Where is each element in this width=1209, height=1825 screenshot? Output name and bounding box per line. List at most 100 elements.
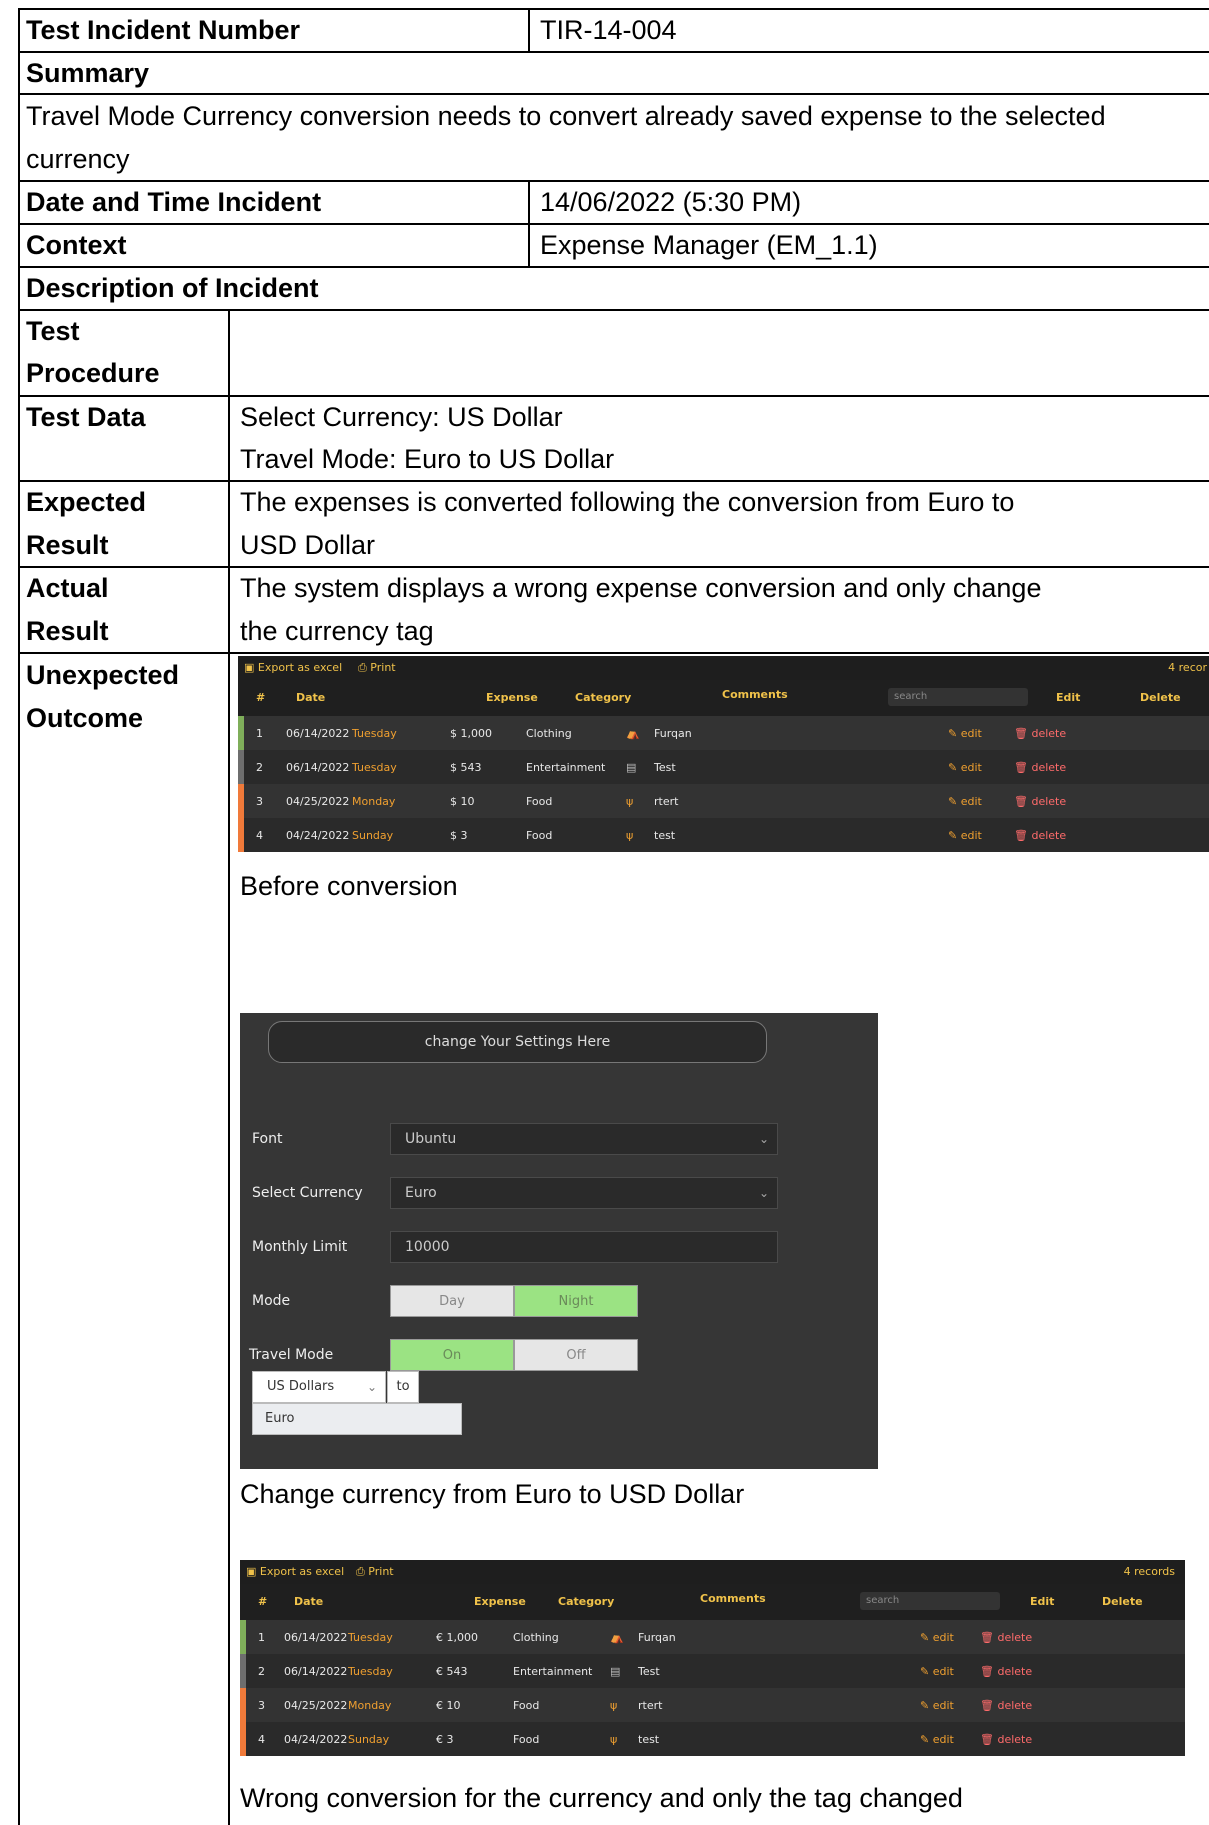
expense-table-after: ▣ Export as excel ⎙ Print 4 records # Da…: [240, 1560, 1185, 1756]
expected-line1: The expenses is converted following the …: [240, 487, 1015, 517]
row-comment: Furqan: [654, 727, 692, 740]
delete-button[interactable]: 🗑 delete: [980, 1733, 1032, 1746]
delete-button[interactable]: 🗑 delete: [1014, 795, 1066, 808]
edit-button[interactable]: ✎ edit: [920, 1665, 954, 1678]
edit-button[interactable]: ✎ edit: [948, 727, 982, 740]
context-value: Expense Manager (EM_1.1): [540, 230, 878, 260]
row-number: 1: [258, 1631, 265, 1644]
header-date[interactable]: Date: [294, 1595, 323, 1608]
mode-night-button[interactable]: Night: [514, 1285, 638, 1317]
row-comment: test: [654, 829, 676, 842]
grid-line: [528, 8, 530, 53]
category-stripe: [238, 818, 244, 852]
to-label: to: [387, 1371, 419, 1403]
table-row: 2 06/14/2022 Tuesday $ 543 Entertainment Test…: [238, 750, 1209, 786]
header-comments[interactable]: Comments: [700, 1592, 766, 1605]
row-category: Food: [526, 829, 553, 842]
table-row: 1 06/14/2022 Tuesday € 1,000 Clothing Furqan ✎…: [240, 1620, 1185, 1656]
expected-label-line2: Result: [26, 530, 109, 560]
print-button[interactable]: ⎙ Print: [356, 1565, 394, 1579]
row-expense: $ 1,000: [450, 727, 492, 740]
search-input[interactable]: search: [888, 688, 1028, 706]
header-category[interactable]: Category: [575, 691, 631, 704]
table-row: 4 04/24/2022 Sunday € 3 Food test ✎ edit 🗑 dele…: [240, 1722, 1185, 1756]
table-header: # Date Expense Category Comments search …: [238, 680, 1209, 716]
row-day: Tuesday: [348, 1631, 393, 1644]
caption-after: Wrong conversion for the currency and on…: [240, 1783, 963, 1813]
travel-off-button[interactable]: Off: [514, 1339, 638, 1371]
limit-label: Monthly Limit: [252, 1239, 348, 1255]
category-stripe: [240, 1722, 246, 1756]
currency-label: Select Currency: [252, 1185, 363, 1201]
font-select[interactable]: Ubuntu ⌄: [390, 1123, 778, 1155]
records-count: 4 recor: [1168, 661, 1207, 674]
export-label: Export as excel: [259, 1565, 345, 1578]
row-date: 04/24/2022: [286, 829, 350, 842]
delete-button[interactable]: 🗑 delete: [980, 1699, 1032, 1712]
row-expense: € 1,000: [436, 1631, 478, 1644]
procedure-label-line1: Test: [26, 316, 80, 346]
edit-button[interactable]: ✎ edit: [920, 1631, 954, 1644]
font-label: Font: [252, 1131, 283, 1147]
grid-line: [528, 180, 530, 268]
edit-button[interactable]: ✎ edit: [948, 761, 982, 774]
monthly-limit-input[interactable]: 10000: [390, 1231, 778, 1263]
currency-value: Euro: [405, 1185, 437, 1201]
dropdown-option-euro[interactable]: Euro: [252, 1403, 462, 1435]
export-excel-button[interactable]: ▣ Export as excel: [244, 661, 342, 674]
caption-settings: Change currency from Euro to USD Dollar: [240, 1479, 745, 1509]
print-button[interactable]: ⎙ Print: [358, 661, 396, 675]
fork-knife-icon: ψ: [610, 1699, 618, 1712]
settings-panel: change Your Settings Here Font Ubuntu ⌄ …: [240, 1013, 878, 1469]
delete-button[interactable]: 🗑 delete: [980, 1665, 1032, 1678]
export-excel-button[interactable]: ▣ Export as excel: [246, 1565, 344, 1578]
row-expense: € 3: [436, 1733, 454, 1746]
chevron-down-icon: ⌄: [758, 1132, 769, 1146]
chevron-down-icon: ⌄: [758, 1186, 769, 1200]
search-input[interactable]: search: [860, 1592, 1000, 1610]
header-date[interactable]: Date: [296, 691, 325, 704]
unexpected-label-line1: Unexpected: [26, 660, 180, 690]
row-date: 06/14/2022: [286, 727, 350, 740]
delete-button[interactable]: 🗑 delete: [1014, 727, 1066, 740]
edit-button[interactable]: ✎ edit: [920, 1733, 954, 1746]
delete-button[interactable]: 🗑 delete: [980, 1631, 1032, 1644]
film-icon: ▤: [610, 1665, 621, 1678]
header-comments[interactable]: Comments: [722, 688, 788, 701]
delete-button[interactable]: 🗑 delete: [1014, 829, 1066, 842]
procedure-label-line2: Procedure: [26, 358, 160, 388]
delete-button[interactable]: 🗑 delete: [1014, 761, 1066, 774]
currency-select[interactable]: Euro ⌄: [390, 1177, 778, 1209]
expected-label-line1: Expected: [26, 487, 147, 517]
fork-knife-icon: ψ: [610, 1733, 618, 1746]
edit-button[interactable]: ✎ edit: [948, 795, 982, 808]
row-comment: Test: [638, 1665, 660, 1678]
header-expense[interactable]: Expense: [486, 691, 538, 704]
travel-on-button[interactable]: On: [390, 1339, 514, 1371]
category-stripe: [240, 1688, 246, 1724]
summary-text: Travel Mode Currency conversion needs to…: [26, 101, 1106, 174]
edit-button[interactable]: ✎ edit: [948, 829, 982, 842]
font-value: Ubuntu: [405, 1131, 457, 1147]
date-time-value: 14/06/2022 (5:30 PM): [540, 187, 802, 217]
incident-number-value: TIR-14-004: [540, 15, 677, 45]
table-header: # Date Expense Category Comments search …: [240, 1584, 1185, 1620]
row-expense: $ 10: [450, 795, 475, 808]
from-currency-select[interactable]: US Dollars ⌄: [252, 1371, 386, 1403]
header-category[interactable]: Category: [558, 1595, 614, 1608]
row-comment: rtert: [654, 795, 679, 808]
header-num: #: [258, 1595, 268, 1608]
mode-label: Mode: [252, 1293, 291, 1309]
caption-before: Before conversion: [240, 871, 458, 901]
mode-day-button[interactable]: Day: [390, 1285, 514, 1317]
expense-table-before: ▣ Export as excel ⎙ Print 4 recor # Date…: [238, 656, 1209, 852]
incident-report: Test Incident Number TIR-14-004 Summary …: [0, 0, 1209, 1825]
table-toolbar: ▣ Export as excel ⎙ Print 4 records: [240, 1560, 1185, 1584]
grid-line: [18, 652, 1209, 654]
row-category: Entertainment: [513, 1665, 593, 1678]
edit-button[interactable]: ✎ edit: [920, 1699, 954, 1712]
row-comment: Test: [654, 761, 676, 774]
header-expense[interactable]: Expense: [474, 1595, 526, 1608]
header-delete: Delete: [1102, 1595, 1143, 1608]
unexpected-label-line2: Outcome: [26, 703, 144, 733]
